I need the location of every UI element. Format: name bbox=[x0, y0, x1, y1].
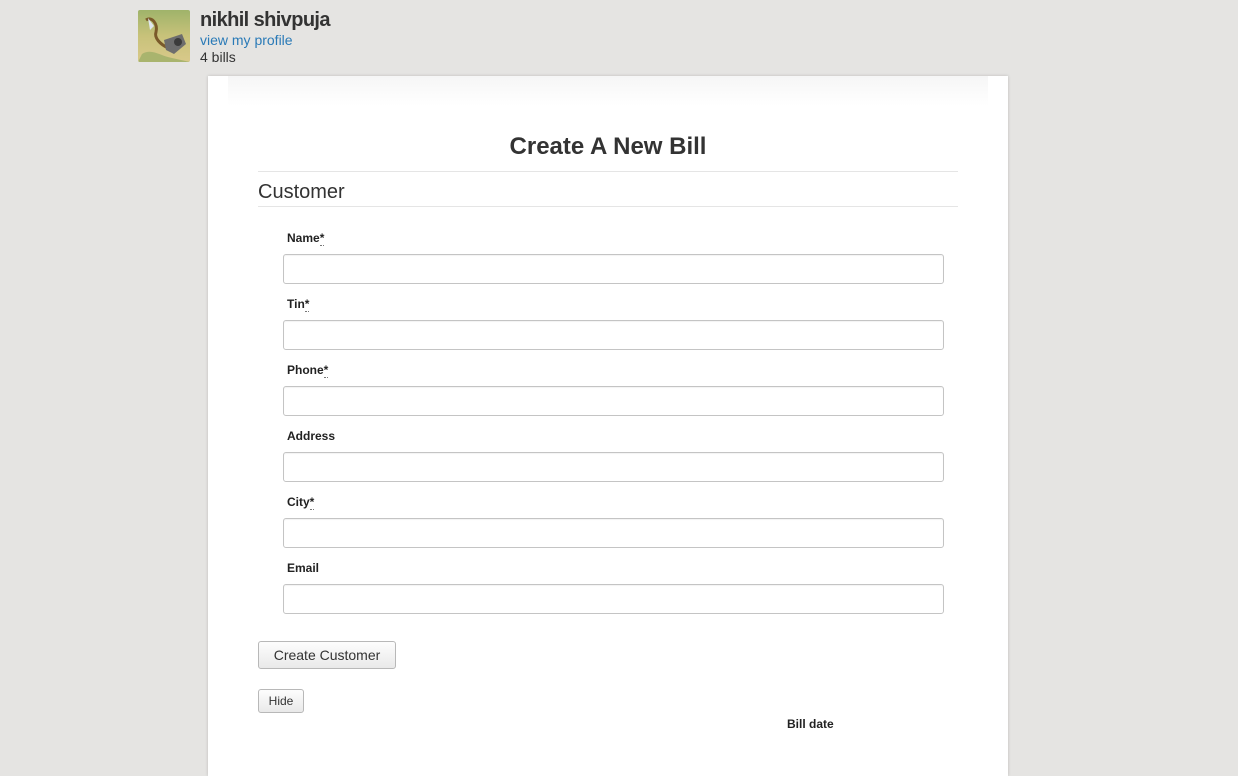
page-title: Create A New Bill bbox=[509, 133, 707, 160]
email-label-text: Email bbox=[287, 561, 320, 575]
phone-label: Phone* bbox=[287, 363, 329, 378]
customer-section-title: Customer bbox=[258, 181, 345, 203]
name-label: Name* bbox=[287, 231, 325, 246]
section-divider bbox=[258, 206, 958, 207]
hide-button[interactable]: Hide bbox=[258, 689, 304, 713]
email-label: Email bbox=[287, 561, 319, 575]
create-customer-button[interactable]: Create Customer bbox=[258, 641, 396, 669]
address-label-text: Address bbox=[287, 429, 336, 443]
address-label: Address bbox=[287, 429, 335, 443]
phone-input[interactable] bbox=[283, 386, 944, 416]
bills-count: 4 bills bbox=[200, 49, 236, 65]
required-mark: * bbox=[309, 495, 315, 510]
required-mark: * bbox=[319, 231, 325, 246]
tin-label: Tin* bbox=[287, 297, 310, 312]
user-profile: nikhil shivpuja view my profile 4 bills bbox=[138, 9, 331, 67]
avatar-image bbox=[138, 10, 190, 62]
avatar[interactable] bbox=[138, 10, 190, 62]
panel-top-shade bbox=[228, 76, 988, 106]
city-label: City* bbox=[287, 495, 315, 510]
title-divider bbox=[258, 171, 958, 172]
city-input[interactable] bbox=[283, 518, 944, 548]
required-mark: * bbox=[323, 363, 329, 378]
address-input[interactable] bbox=[283, 452, 944, 482]
bill-date-label: Bill date bbox=[787, 717, 834, 731]
required-mark: * bbox=[304, 297, 310, 312]
name-input[interactable] bbox=[283, 254, 944, 284]
tin-label-text: Tin bbox=[287, 297, 305, 311]
city-label-text: City bbox=[287, 495, 310, 509]
profile-name: nikhil shivpuja bbox=[200, 9, 331, 31]
tin-input[interactable] bbox=[283, 320, 944, 350]
email-input[interactable] bbox=[283, 584, 944, 614]
phone-label-text: Phone bbox=[287, 363, 324, 377]
bill-form-panel: Create A New Bill Customer Name* Tin* Ph… bbox=[208, 76, 1008, 776]
view-profile-link[interactable]: view my profile bbox=[200, 33, 330, 50]
name-label-text: Name bbox=[287, 231, 320, 245]
